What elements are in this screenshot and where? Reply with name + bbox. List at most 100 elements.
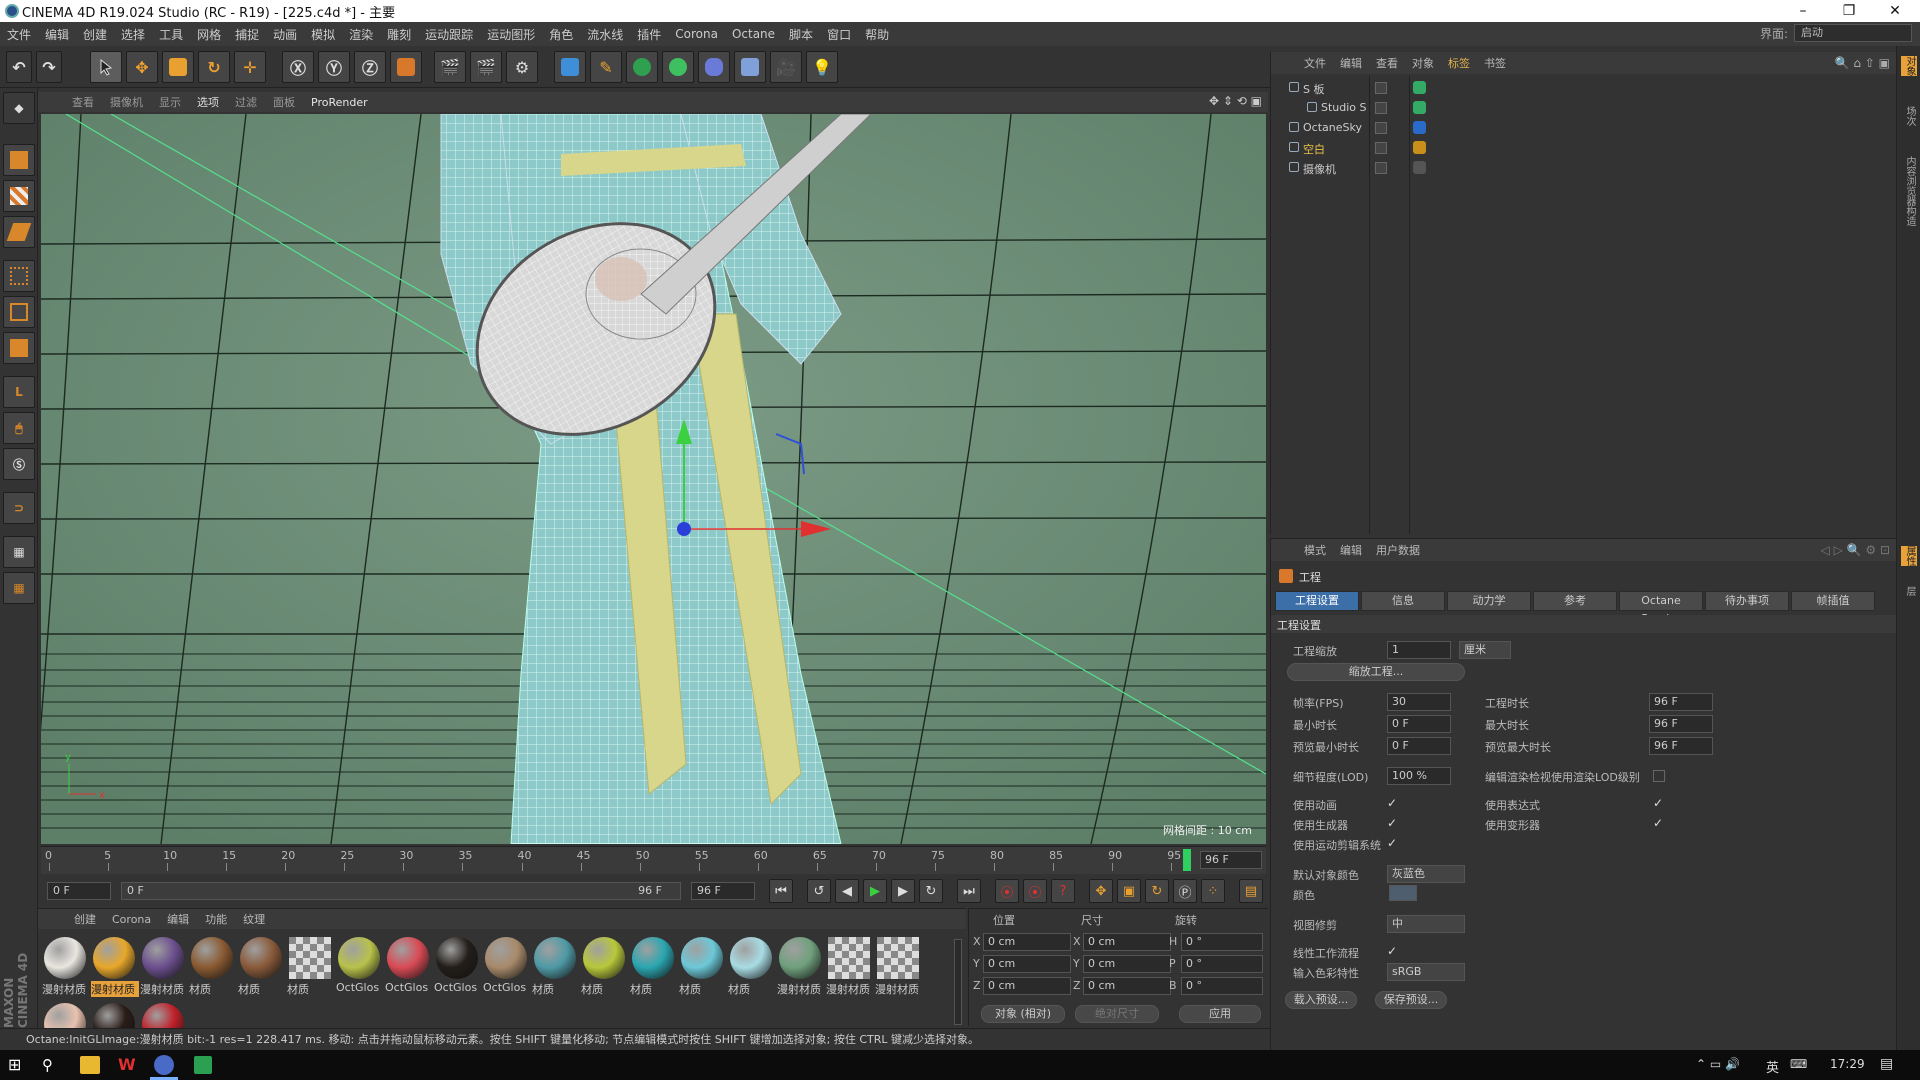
attribute-tab[interactable]: 信息 (1361, 591, 1445, 611)
x-axis-lock-icon[interactable]: Ⓧ (282, 51, 314, 83)
viewport-menu-item[interactable]: 选项 (189, 94, 227, 110)
visibility-toggle-icon[interactable] (1375, 82, 1387, 94)
y-axis-lock-icon[interactable]: Ⓨ (318, 51, 350, 83)
linear-workflow-checkbox[interactable]: ✓ (1387, 945, 1399, 957)
z-axis-lock-icon[interactable]: Ⓩ (354, 51, 386, 83)
render-picture-viewer-icon[interactable]: 🎬 (470, 51, 502, 83)
input-color-dropdown[interactable]: sRGB (1387, 963, 1465, 981)
size-field[interactable]: 0 cm (1083, 955, 1171, 973)
menu-item[interactable]: 运动跟踪 (418, 26, 480, 43)
material-menu-item[interactable]: 功能 (197, 911, 235, 927)
camera-icon[interactable]: 🎥 (770, 51, 802, 83)
keyframe-selection-icon[interactable]: ? (1051, 879, 1075, 903)
cinema4d-taskbar-icon[interactable] (154, 1055, 174, 1075)
prev-frame-icon[interactable]: ◀ (835, 879, 859, 903)
key-position-icon[interactable]: ✥ (1089, 879, 1113, 903)
material-swatch[interactable]: 材质 (581, 935, 627, 996)
attribute-tab[interactable]: 帧插值 (1791, 591, 1875, 611)
viewport-menu-item[interactable]: 查看 (64, 94, 102, 110)
make-editable-icon[interactable]: ◆ (3, 92, 35, 124)
object-tag-icon[interactable] (1413, 101, 1426, 114)
min-time-field[interactable]: 0 F (1387, 715, 1451, 733)
attribute-tab[interactable]: 工程设置 (1275, 591, 1359, 611)
use-mograph-checkbox[interactable]: ✓ (1387, 837, 1399, 849)
attribute-tab[interactable]: Octane Render (1619, 591, 1703, 625)
object-tag-icon[interactable] (1413, 161, 1426, 174)
material-swatch[interactable]: 材质 (287, 935, 333, 996)
current-frame-field[interactable]: 96 F (1200, 851, 1262, 869)
timeline-ruler[interactable]: 0 5 10 15 20 25 30 35 40 45 50 55 60 65 70 75 80 85 90 95 9… (41, 846, 1266, 874)
go-to-end-icon[interactable]: ⏭ (957, 879, 981, 903)
right-strip-tab[interactable]: 构造 (1901, 206, 1917, 226)
next-frame-icon[interactable]: ▶ (891, 879, 915, 903)
cube-object-icon[interactable] (554, 51, 586, 83)
object-tag-icon[interactable] (1413, 121, 1426, 134)
keyboard-icon[interactable]: ⌨ (1790, 1057, 1807, 1071)
move-tool-icon[interactable]: ✥ (126, 51, 158, 83)
viewport-menu-item[interactable]: 显示 (151, 94, 189, 110)
notification-icon[interactable]: ▤ (1880, 1056, 1893, 1072)
points-mode-icon[interactable] (3, 260, 35, 292)
magnet-icon[interactable]: ⊃ (3, 492, 35, 524)
object-row[interactable]: Studio S (1271, 98, 1897, 118)
scale-project-button[interactable]: 缩放工程... (1287, 663, 1465, 681)
go-to-start-icon[interactable]: ⏮ (769, 879, 793, 903)
attribute-menu-item[interactable]: 编辑 (1333, 542, 1369, 558)
rotate-tool-icon[interactable]: ↻ (198, 51, 230, 83)
use-animation-checkbox[interactable]: ✓ (1387, 797, 1399, 809)
material-scrollbar[interactable] (954, 939, 962, 1025)
ime-indicator[interactable]: 英 (1766, 1057, 1779, 1076)
menu-item[interactable]: 帮助 (858, 26, 896, 43)
position-field[interactable]: 0 cm (983, 955, 1071, 973)
material-swatch[interactable]: 材质 (679, 935, 725, 996)
object-tag-icon[interactable] (1413, 81, 1426, 94)
close-button[interactable]: ✕ (1872, 0, 1918, 22)
use-expressions-checkbox[interactable]: ✓ (1653, 797, 1665, 809)
render-lod-checkbox[interactable] (1653, 770, 1665, 782)
menu-item[interactable]: 动画 (266, 26, 304, 43)
model-mode-icon[interactable] (3, 144, 35, 176)
material-swatch[interactable]: 漫射材质 (140, 935, 186, 996)
redo-icon[interactable]: ↷ (36, 51, 62, 83)
position-field[interactable]: 0 cm (983, 933, 1071, 951)
lock-workplane-icon[interactable]: ▦ (3, 536, 35, 568)
rotation-field[interactable]: 0 ° (1181, 933, 1263, 951)
object-row[interactable]: 空白 (1271, 138, 1897, 158)
viewport-menu-item[interactable]: 过滤 (227, 94, 265, 110)
material-swatch[interactable]: OctGlos (483, 935, 529, 995)
attribute-menu-item[interactable]: 模式 (1297, 542, 1333, 558)
project-length-field[interactable]: 96 F (1649, 693, 1713, 711)
scale-unit-dropdown[interactable]: 厘米 (1459, 641, 1511, 659)
viewport-menu-item[interactable]: 摄像机 (102, 94, 151, 110)
search-icon[interactable]: ⚲ (42, 1053, 66, 1077)
menu-item[interactable]: 窗口 (820, 26, 858, 43)
position-field[interactable]: 0 cm (983, 977, 1071, 995)
save-preset-button[interactable]: 保存预设... (1375, 991, 1447, 1009)
material-swatch[interactable]: 材质 (630, 935, 676, 996)
floor-environment-icon[interactable] (734, 51, 766, 83)
render-view-icon[interactable]: 🎬 (434, 51, 466, 83)
menu-item[interactable]: 模拟 (304, 26, 342, 43)
load-preset-button[interactable]: 载入预设... (1285, 991, 1357, 1009)
size-mode-dropdown[interactable]: 绝对尺寸 (1075, 1005, 1159, 1023)
workplane-mode-icon[interactable] (3, 216, 35, 248)
prev-keyframe-icon[interactable]: ↺ (807, 879, 831, 903)
tweak-mode-icon[interactable]: 🖱 (3, 412, 35, 444)
pen-spline-icon[interactable]: ✎ (590, 51, 622, 83)
menu-item[interactable]: 选择 (114, 26, 152, 43)
object-name[interactable]: 摄像机 (1303, 161, 1336, 177)
coordinate-mode-dropdown[interactable]: 对象 (相对) (981, 1005, 1065, 1023)
color-swatch[interactable] (1389, 885, 1417, 901)
preview-max-field[interactable]: 96 F (1649, 737, 1713, 755)
restore-button[interactable]: ❐ (1826, 0, 1872, 22)
default-color-dropdown[interactable]: 灰蓝色 (1387, 865, 1465, 883)
planar-workplane-icon[interactable]: ▦ (3, 572, 35, 604)
menu-item[interactable]: 渲染 (342, 26, 380, 43)
object-name[interactable]: S 板 (1303, 81, 1324, 97)
attribute-nav-icon[interactable]: ◁ ▷ 🔍 ⚙ ⊡ (1821, 543, 1890, 557)
view-clipping-dropdown[interactable]: 中 (1387, 915, 1465, 933)
menu-item[interactable]: 脚本 (782, 26, 820, 43)
record-keyframe-icon[interactable]: ⦿ (995, 879, 1019, 903)
end-frame-field[interactable]: 96 F (691, 882, 755, 900)
object-menu-item[interactable]: 文件 (1297, 55, 1333, 71)
